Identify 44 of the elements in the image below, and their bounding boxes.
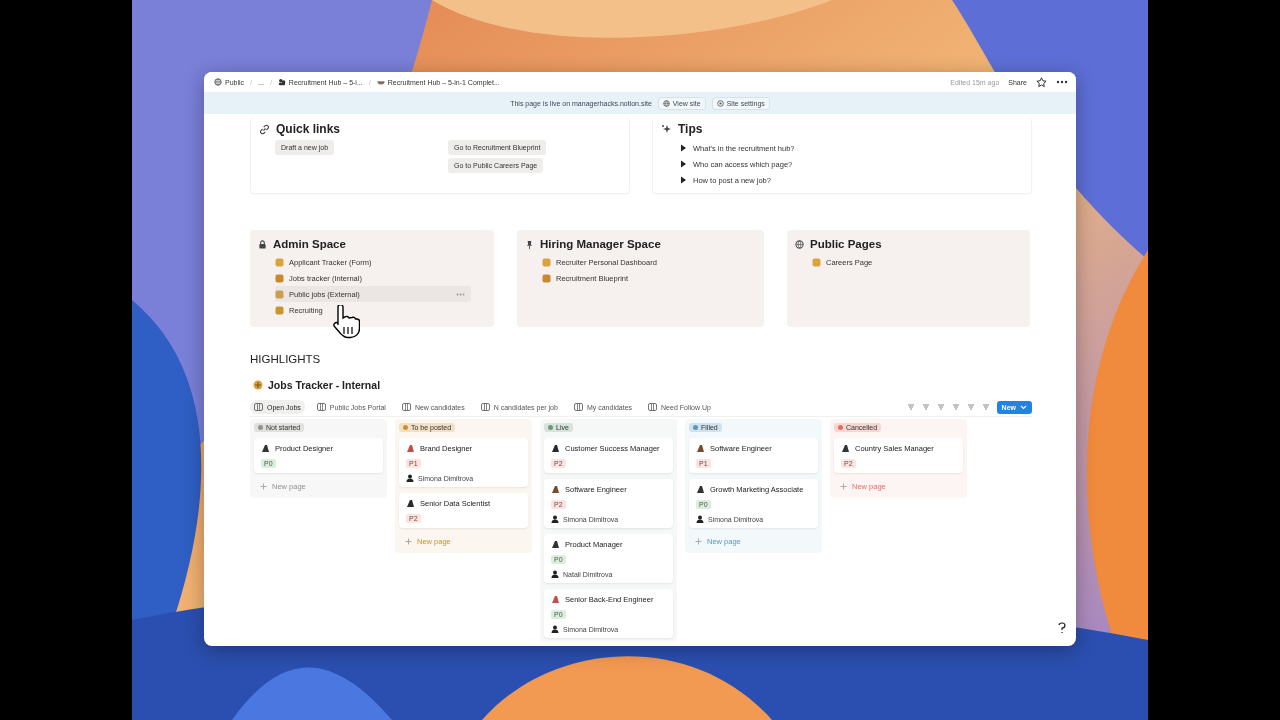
section-title: Quick links xyxy=(276,122,341,136)
bowl-icon xyxy=(376,78,385,86)
space-title: Admin Space xyxy=(273,238,346,250)
avatar-icon xyxy=(696,515,704,523)
toggle-icon[interactable] xyxy=(679,144,687,152)
globe-icon xyxy=(662,99,670,107)
more-icon xyxy=(456,292,465,296)
database-title: Jobs Tracker - Internal xyxy=(268,379,381,391)
link-icon xyxy=(259,123,270,135)
view-icon xyxy=(401,403,411,411)
database-icon xyxy=(252,379,264,391)
globe-icon xyxy=(795,239,804,249)
lock-icon xyxy=(258,239,267,249)
avatar-icon xyxy=(551,570,559,578)
toggle-icon[interactable] xyxy=(679,160,687,168)
avatar-icon xyxy=(406,474,414,482)
page-icon xyxy=(812,257,821,267)
view-icon xyxy=(254,403,263,411)
view-icon xyxy=(480,403,490,411)
view-icon xyxy=(573,403,583,411)
plus-icon xyxy=(260,483,267,490)
section-title: Tips xyxy=(678,122,703,136)
avatar-icon xyxy=(551,515,559,523)
gear-icon xyxy=(716,99,724,107)
pin-icon xyxy=(525,239,534,249)
filter-icon[interactable] xyxy=(906,403,915,411)
more-icon xyxy=(1056,80,1068,84)
plus-icon xyxy=(405,538,412,545)
plus-icon xyxy=(840,483,847,490)
sparkle-icon xyxy=(661,123,672,135)
help-icon[interactable] xyxy=(1056,622,1068,634)
space-title: Public Pages xyxy=(810,238,882,250)
star-icon xyxy=(1036,76,1047,88)
people-icon xyxy=(277,78,286,86)
view-icon xyxy=(648,403,658,411)
view-icon xyxy=(316,403,326,411)
hand-cursor-icon xyxy=(330,305,360,339)
space-title: Hiring Manager Space xyxy=(540,238,661,250)
plus-icon xyxy=(695,538,702,545)
globe-icon xyxy=(214,78,222,86)
toggle-icon[interactable] xyxy=(679,176,687,184)
section-heading: HIGHLIGHTS xyxy=(250,353,322,365)
caret-icon xyxy=(1020,404,1027,410)
avatar-icon xyxy=(551,625,559,633)
